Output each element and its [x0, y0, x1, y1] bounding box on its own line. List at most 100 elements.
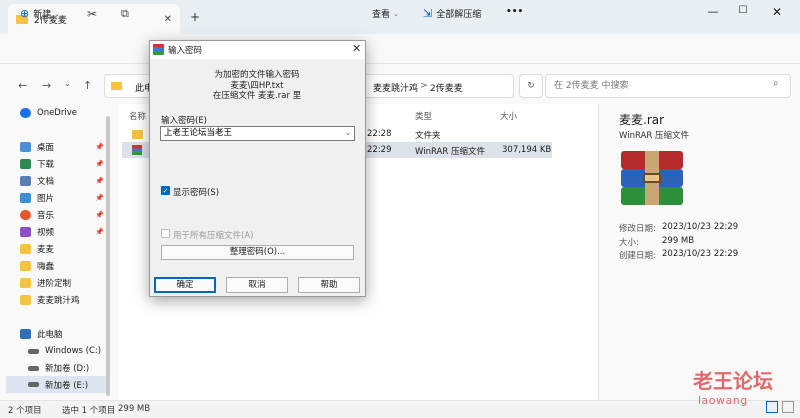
sidebar-item-label: 进阶定制	[37, 279, 72, 289]
sidebar-item-label: 新加卷 (D:)	[45, 364, 90, 374]
sidebar-item-label: 视频	[37, 228, 55, 238]
dialog-archive: 在压缩文件 麦麦.rar 里	[212, 91, 302, 101]
sidebar-item-music[interactable]: 音乐 📌	[20, 207, 104, 223]
sidebar-item-jinjie[interactable]: 进阶定制	[20, 275, 71, 291]
use-for-all-label: 用于所有压缩文件(A)	[173, 231, 254, 241]
extract-all-button[interactable]: ⇲ 全部解压缩	[423, 7, 481, 20]
sidebar-item-drive-e[interactable]: 新加卷 (E:)	[6, 376, 106, 393]
download-icon	[20, 159, 31, 169]
search-icon: ⌕	[773, 78, 779, 89]
row-date: 22:29	[367, 145, 392, 155]
sidebar-item-label: 麦麦	[37, 245, 55, 255]
details-modified: 2023/10/23 22:29	[662, 222, 739, 232]
password-label: 输入密码(E)	[161, 116, 208, 126]
sidebar-item-haichun[interactable]: 嗨蠢	[20, 258, 54, 274]
tiles-view-icon[interactable]	[782, 401, 794, 413]
breadcrumb-maimai-tiaozhiji[interactable]: 麦麦跳汁鸡	[373, 81, 418, 94]
pin-icon: 📌	[95, 143, 104, 151]
show-password-label[interactable]: 显示密码(S)	[173, 186, 219, 198]
music-icon	[20, 210, 31, 220]
pin-icon: 📌	[95, 228, 104, 236]
sidebar-item-label: 嗨蠢	[37, 262, 55, 272]
column-header-type[interactable]: 类型	[415, 110, 432, 122]
forward-icon[interactable]: →	[42, 79, 51, 92]
sidebar-scrollbar[interactable]	[106, 116, 110, 396]
folder-icon	[20, 261, 31, 271]
sidebar-item-desktop[interactable]: 桌面 📌	[20, 139, 104, 155]
drive-icon	[28, 382, 39, 387]
more-button[interactable]: •••	[506, 7, 523, 17]
pin-icon: 📌	[95, 160, 104, 168]
use-for-all-checkbox[interactable]	[161, 229, 170, 238]
watermark-url: laowang	[698, 394, 748, 407]
sidebar-item-this-pc[interactable]: 此电脑	[20, 326, 63, 342]
column-header-size[interactable]: 大小	[500, 110, 517, 122]
winrar-archive-icon	[619, 151, 685, 207]
cloud-icon	[20, 108, 31, 118]
details-size-label: 大小:	[619, 238, 639, 248]
details-type: WinRAR 压缩文件	[619, 131, 689, 141]
view-label: 查看	[372, 10, 391, 20]
sidebar-item-videos[interactable]: 视频 📌	[20, 224, 104, 240]
new-button[interactable]: ⊕ 新建 ⌄	[20, 7, 60, 20]
sidebar-item-maimai[interactable]: 麦麦	[20, 241, 54, 257]
dialog-close-icon[interactable]: ✕	[352, 42, 361, 55]
row-date: 22:28	[367, 129, 392, 139]
watermark-text: 老王论坛	[693, 369, 773, 393]
refresh-icon[interactable]: ↻	[519, 74, 543, 98]
rar-icon	[132, 145, 142, 155]
extract-all-label: 全部解压缩	[436, 10, 482, 20]
details-view-icon[interactable]	[766, 401, 778, 413]
sidebar-item-label: 下载	[37, 160, 55, 170]
sidebar-item-onedrive[interactable]: OneDrive	[20, 105, 77, 121]
password-value: 上老王论坛当老王	[164, 128, 233, 138]
ok-button[interactable]: 确定	[154, 277, 216, 293]
new-tab-button[interactable]: +	[190, 10, 200, 24]
sidebar-item-label: 麦麦跳汁鸡	[37, 296, 80, 306]
sidebar-item-pictures[interactable]: 图片 📌	[20, 190, 104, 206]
pin-icon: 📌	[95, 211, 104, 219]
password-input[interactable]: 上老王论坛当老王 ⌄	[160, 126, 355, 141]
back-icon[interactable]: ←	[18, 79, 27, 92]
maximize-button[interactable]: ☐	[730, 5, 756, 16]
recent-chevron-icon[interactable]: ⌄	[64, 79, 71, 88]
row-size: 307,194 KB	[502, 145, 552, 155]
pin-icon: 📌	[95, 194, 104, 202]
status-size: 299 MB	[118, 404, 151, 414]
pin-icon: 📌	[95, 177, 104, 185]
sidebar-item-drive-d[interactable]: 新加卷 (D:)	[28, 360, 89, 376]
up-icon[interactable]: ↑	[83, 79, 92, 92]
sidebar-item-label: 桌面	[37, 143, 55, 153]
chevron-down-icon[interactable]: ⌄	[345, 127, 351, 140]
search-input[interactable]: 在 2传麦麦 中搜索	[545, 74, 791, 98]
cut-icon[interactable]: ✂	[87, 7, 97, 21]
details-created-label: 创建日期:	[619, 251, 656, 261]
column-header-name[interactable]: 名称	[129, 110, 146, 122]
picture-icon	[20, 193, 31, 203]
cancel-button[interactable]: 取消	[226, 277, 288, 293]
sidebar-item-downloads[interactable]: 下载 📌	[20, 156, 104, 172]
sidebar-item-label: 文档	[37, 177, 55, 187]
breadcrumb-2chuanmaimai[interactable]: 2传麦麦	[430, 81, 463, 94]
organize-passwords-button[interactable]: 整理密码(O)...	[161, 245, 354, 260]
folder-icon	[20, 278, 31, 288]
close-window-button[interactable]: ✕	[764, 5, 790, 19]
winrar-icon	[153, 44, 164, 55]
minimize-button[interactable]: —	[700, 5, 726, 18]
sidebar-item-label: Windows (C:)	[45, 346, 102, 356]
extract-icon: ⇲	[423, 7, 433, 20]
chevron-down-icon: ⌄	[54, 9, 61, 18]
show-password-checkbox[interactable]: ✓	[161, 186, 170, 195]
desktop-icon	[20, 142, 31, 152]
sidebar-item-tiaozhiji[interactable]: 麦麦跳汁鸡	[20, 292, 80, 308]
copy-icon[interactable]: ⧉	[121, 7, 129, 21]
tab-close-icon[interactable]: ✕	[164, 14, 172, 25]
help-button[interactable]: 帮助	[298, 277, 360, 293]
drive-icon	[28, 365, 39, 371]
drive-icon	[28, 348, 39, 354]
details-created: 2023/10/23 22:29	[662, 249, 739, 259]
view-button[interactable]: 查看 ⌄	[372, 7, 399, 21]
sidebar-item-documents[interactable]: 文档 📌	[20, 173, 104, 189]
sidebar-item-drive-c[interactable]: Windows (C:)	[28, 343, 101, 359]
folder-icon	[20, 244, 31, 254]
